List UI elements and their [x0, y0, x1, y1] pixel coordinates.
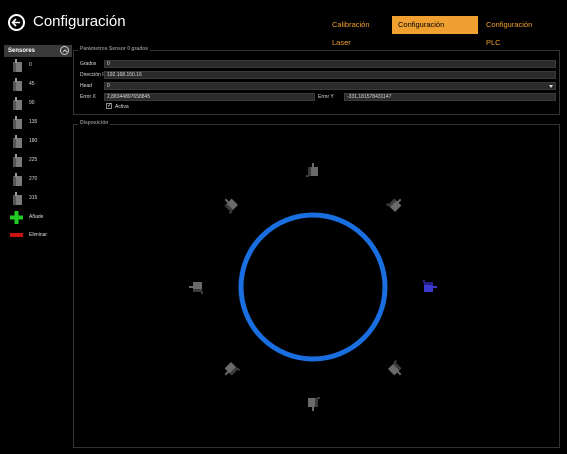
chevron-down-icon: [549, 85, 553, 88]
layout-title: Disposición: [78, 120, 111, 126]
add-label: Añade: [29, 214, 44, 220]
ip-field[interactable]: 192.168.150.16: [104, 71, 556, 79]
active-checkbox[interactable]: ✓: [106, 103, 112, 109]
sensor-icon: [13, 192, 22, 205]
sensor-item-label: 315: [29, 195, 38, 201]
sensor-list: 0 45 90 135 180 225 270 315: [4, 58, 72, 209]
sensor-item-label: 225: [29, 157, 38, 163]
sensor-item-270[interactable]: 270: [4, 172, 72, 190]
tab-label: Configuración PLC: [486, 20, 533, 47]
active-label: Activa: [115, 104, 129, 110]
sensor-item-225[interactable]: 225: [4, 153, 72, 171]
sidebar-header: Sensores: [4, 45, 72, 57]
scroll-up-button[interactable]: [60, 46, 69, 55]
head-label: Head: [80, 83, 92, 89]
params-title: Parámetros Sensor 0 grados: [78, 46, 151, 52]
grados-field[interactable]: 0: [104, 60, 556, 68]
sensor-icon: [13, 135, 22, 148]
arrow-left-icon: [11, 18, 20, 27]
sensor-item-label: 0: [29, 62, 32, 68]
sensor-item-label: 135: [29, 119, 38, 125]
head-value: 0: [107, 83, 110, 89]
remove-sensor-button[interactable]: Eliminar: [4, 227, 72, 245]
tab-configuracion-plc[interactable]: Configuración PLC: [480, 16, 550, 47]
sensor-icon: [13, 154, 22, 167]
sensor-item-135[interactable]: 135: [4, 115, 72, 133]
add-sensor-button[interactable]: Añade: [4, 209, 72, 227]
errorx-field[interactable]: 2,88344897658845: [104, 93, 315, 101]
errory-label: Error Y: [318, 94, 334, 100]
sensor-item-0[interactable]: 0: [4, 58, 72, 76]
sensor-item-90[interactable]: 90: [4, 96, 72, 114]
sensor-item-315[interactable]: 315: [4, 191, 72, 209]
sensor-item-label: 45: [29, 81, 35, 87]
chevron-up-icon: [62, 48, 67, 52]
plus-icon: [10, 211, 23, 224]
errory-field[interactable]: -331,181578431147: [344, 93, 556, 101]
errorx-label: Error X: [80, 94, 96, 100]
sensor-icon: [13, 59, 22, 72]
sidebar-title: Sensores: [8, 48, 36, 54]
tab-label: Calibración Laser: [332, 20, 370, 47]
sensor-item-180[interactable]: 180: [4, 134, 72, 152]
tab-calibracion-laser[interactable]: Calibración Laser: [326, 16, 392, 47]
grados-label: Grados: [80, 61, 97, 67]
sensor-item-label: 180: [29, 138, 38, 144]
head-select[interactable]: 0: [104, 82, 556, 90]
sensor-icon: [13, 97, 22, 110]
sensor-item-45[interactable]: 45: [4, 77, 72, 95]
tab-configuracion-sensores[interactable]: Configuración Sensores: [392, 16, 478, 47]
sensor-sidebar: Sensores 0 45 90 135 180 225 270 315 Añade Elim…: [4, 45, 72, 245]
sensor-item-label: 270: [29, 176, 38, 182]
sensor-icon: [13, 173, 22, 186]
back-button[interactable]: [8, 14, 25, 31]
minus-icon: [10, 233, 23, 237]
remove-label: Eliminar: [29, 232, 48, 238]
ip-label: Dirección IP: [80, 72, 107, 78]
sensor-icon: [13, 116, 22, 129]
sensor-item-label: 90: [29, 100, 35, 106]
sensor-icon: [13, 78, 22, 91]
page-title: Configuración: [33, 13, 126, 30]
layout-group: Disposición: [73, 120, 560, 448]
tab-label: Configuración Sensores: [398, 20, 445, 47]
